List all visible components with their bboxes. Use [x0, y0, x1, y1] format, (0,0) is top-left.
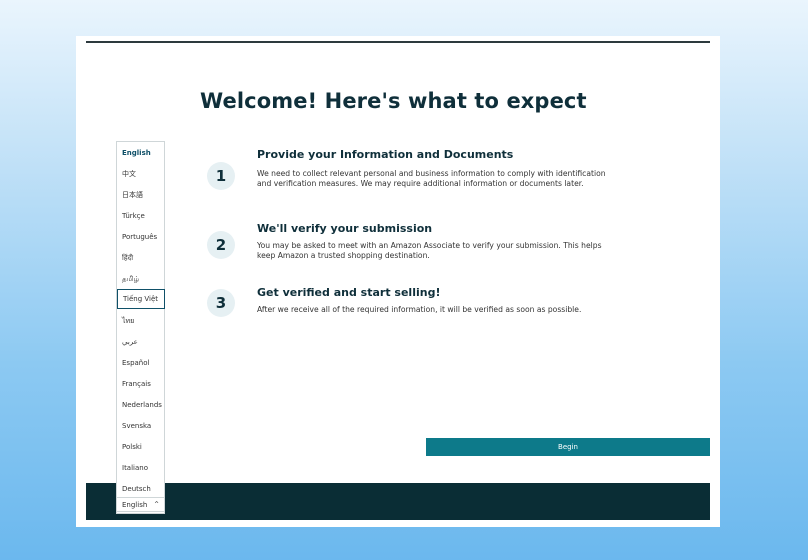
begin-button[interactable]: Begin: [426, 438, 710, 456]
language-option-french[interactable]: Français: [117, 374, 164, 394]
language-option-hindi[interactable]: हिंदी: [117, 248, 164, 268]
language-menu[interactable]: English 中文 日本語 Türkçe Português हिंदी தம…: [116, 141, 165, 514]
chevron-up-icon: ⌃: [153, 500, 160, 509]
language-option-german[interactable]: Deutsch: [117, 479, 164, 499]
language-option-thai[interactable]: ไทย: [117, 311, 164, 331]
step-number-badge: 2: [207, 231, 235, 259]
step-title: Get verified and start selling!: [257, 286, 441, 299]
step-description: We need to collect relevant personal and…: [257, 169, 606, 188]
language-option-english[interactable]: English: [117, 143, 164, 163]
onboarding-page: Welcome! Here's what to expect 1 Provide…: [86, 41, 710, 520]
step-description: After we receive all of the required inf…: [257, 305, 582, 314]
language-option-polish[interactable]: Polski: [117, 437, 164, 457]
language-option-tamil[interactable]: தமிழ்: [117, 269, 164, 289]
step-description: You may be asked to meet with an Amazon …: [257, 241, 602, 260]
language-option-turkish[interactable]: Türkçe: [117, 206, 164, 226]
step-title: We'll verify your submission: [257, 222, 433, 235]
step-title: Provide your Information and Documents: [257, 148, 514, 161]
language-toggle-label: English: [122, 500, 148, 509]
language-option-vietnamese[interactable]: Tiếng Việt: [117, 289, 165, 309]
language-option-spanish[interactable]: Español: [117, 353, 164, 373]
step-number-badge: 1: [207, 162, 235, 190]
language-option-swedish[interactable]: Svenska: [117, 416, 164, 436]
language-toggle[interactable]: English ⌃: [116, 497, 165, 512]
language-option-japanese[interactable]: 日本語: [117, 185, 164, 205]
language-option-chinese[interactable]: 中文: [117, 164, 164, 184]
language-option-italian[interactable]: Italiano: [117, 458, 164, 478]
language-option-arabic[interactable]: عربي: [117, 332, 164, 352]
language-option-portuguese[interactable]: Português: [117, 227, 164, 247]
step-number-badge: 3: [207, 289, 235, 317]
screenshot-frame: Welcome! Here's what to expect 1 Provide…: [76, 36, 720, 527]
language-option-dutch[interactable]: Nederlands: [117, 395, 164, 415]
page-title: Welcome! Here's what to expect: [200, 89, 587, 113]
footer-bar: [86, 483, 710, 520]
